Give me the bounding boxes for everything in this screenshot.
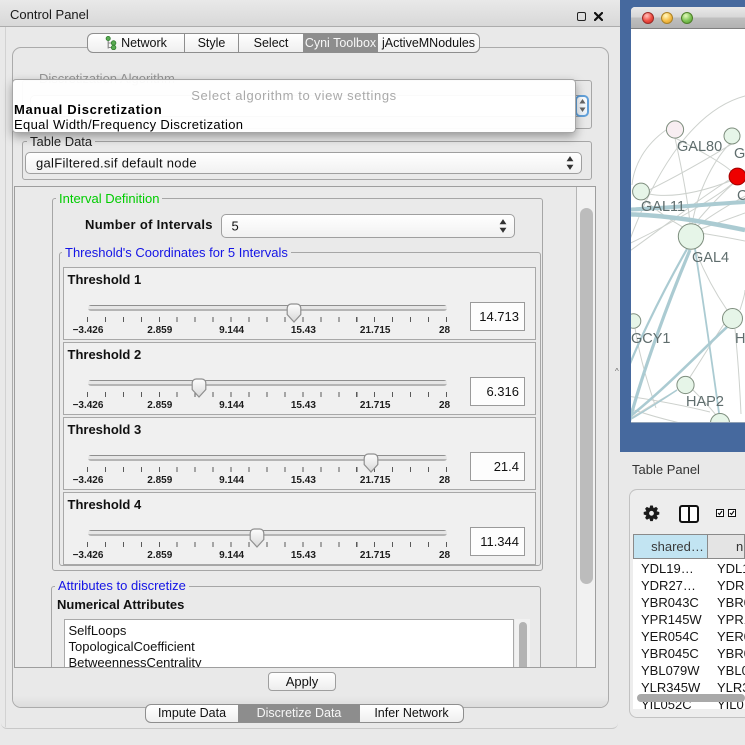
- svg-text:CYC8: CYC8: [737, 188, 745, 204]
- svg-text:GAL4: GAL4: [692, 250, 729, 266]
- svg-text:HAP2: HAP2: [686, 394, 724, 410]
- svg-text:GCY1: GCY1: [631, 331, 671, 347]
- svg-text:GAL7: GAL7: [734, 146, 745, 162]
- svg-text:HIS4: HIS4: [735, 331, 745, 347]
- svg-text:GAL11: GAL11: [641, 199, 685, 215]
- svg-text:GAL80: GAL80: [677, 139, 722, 155]
